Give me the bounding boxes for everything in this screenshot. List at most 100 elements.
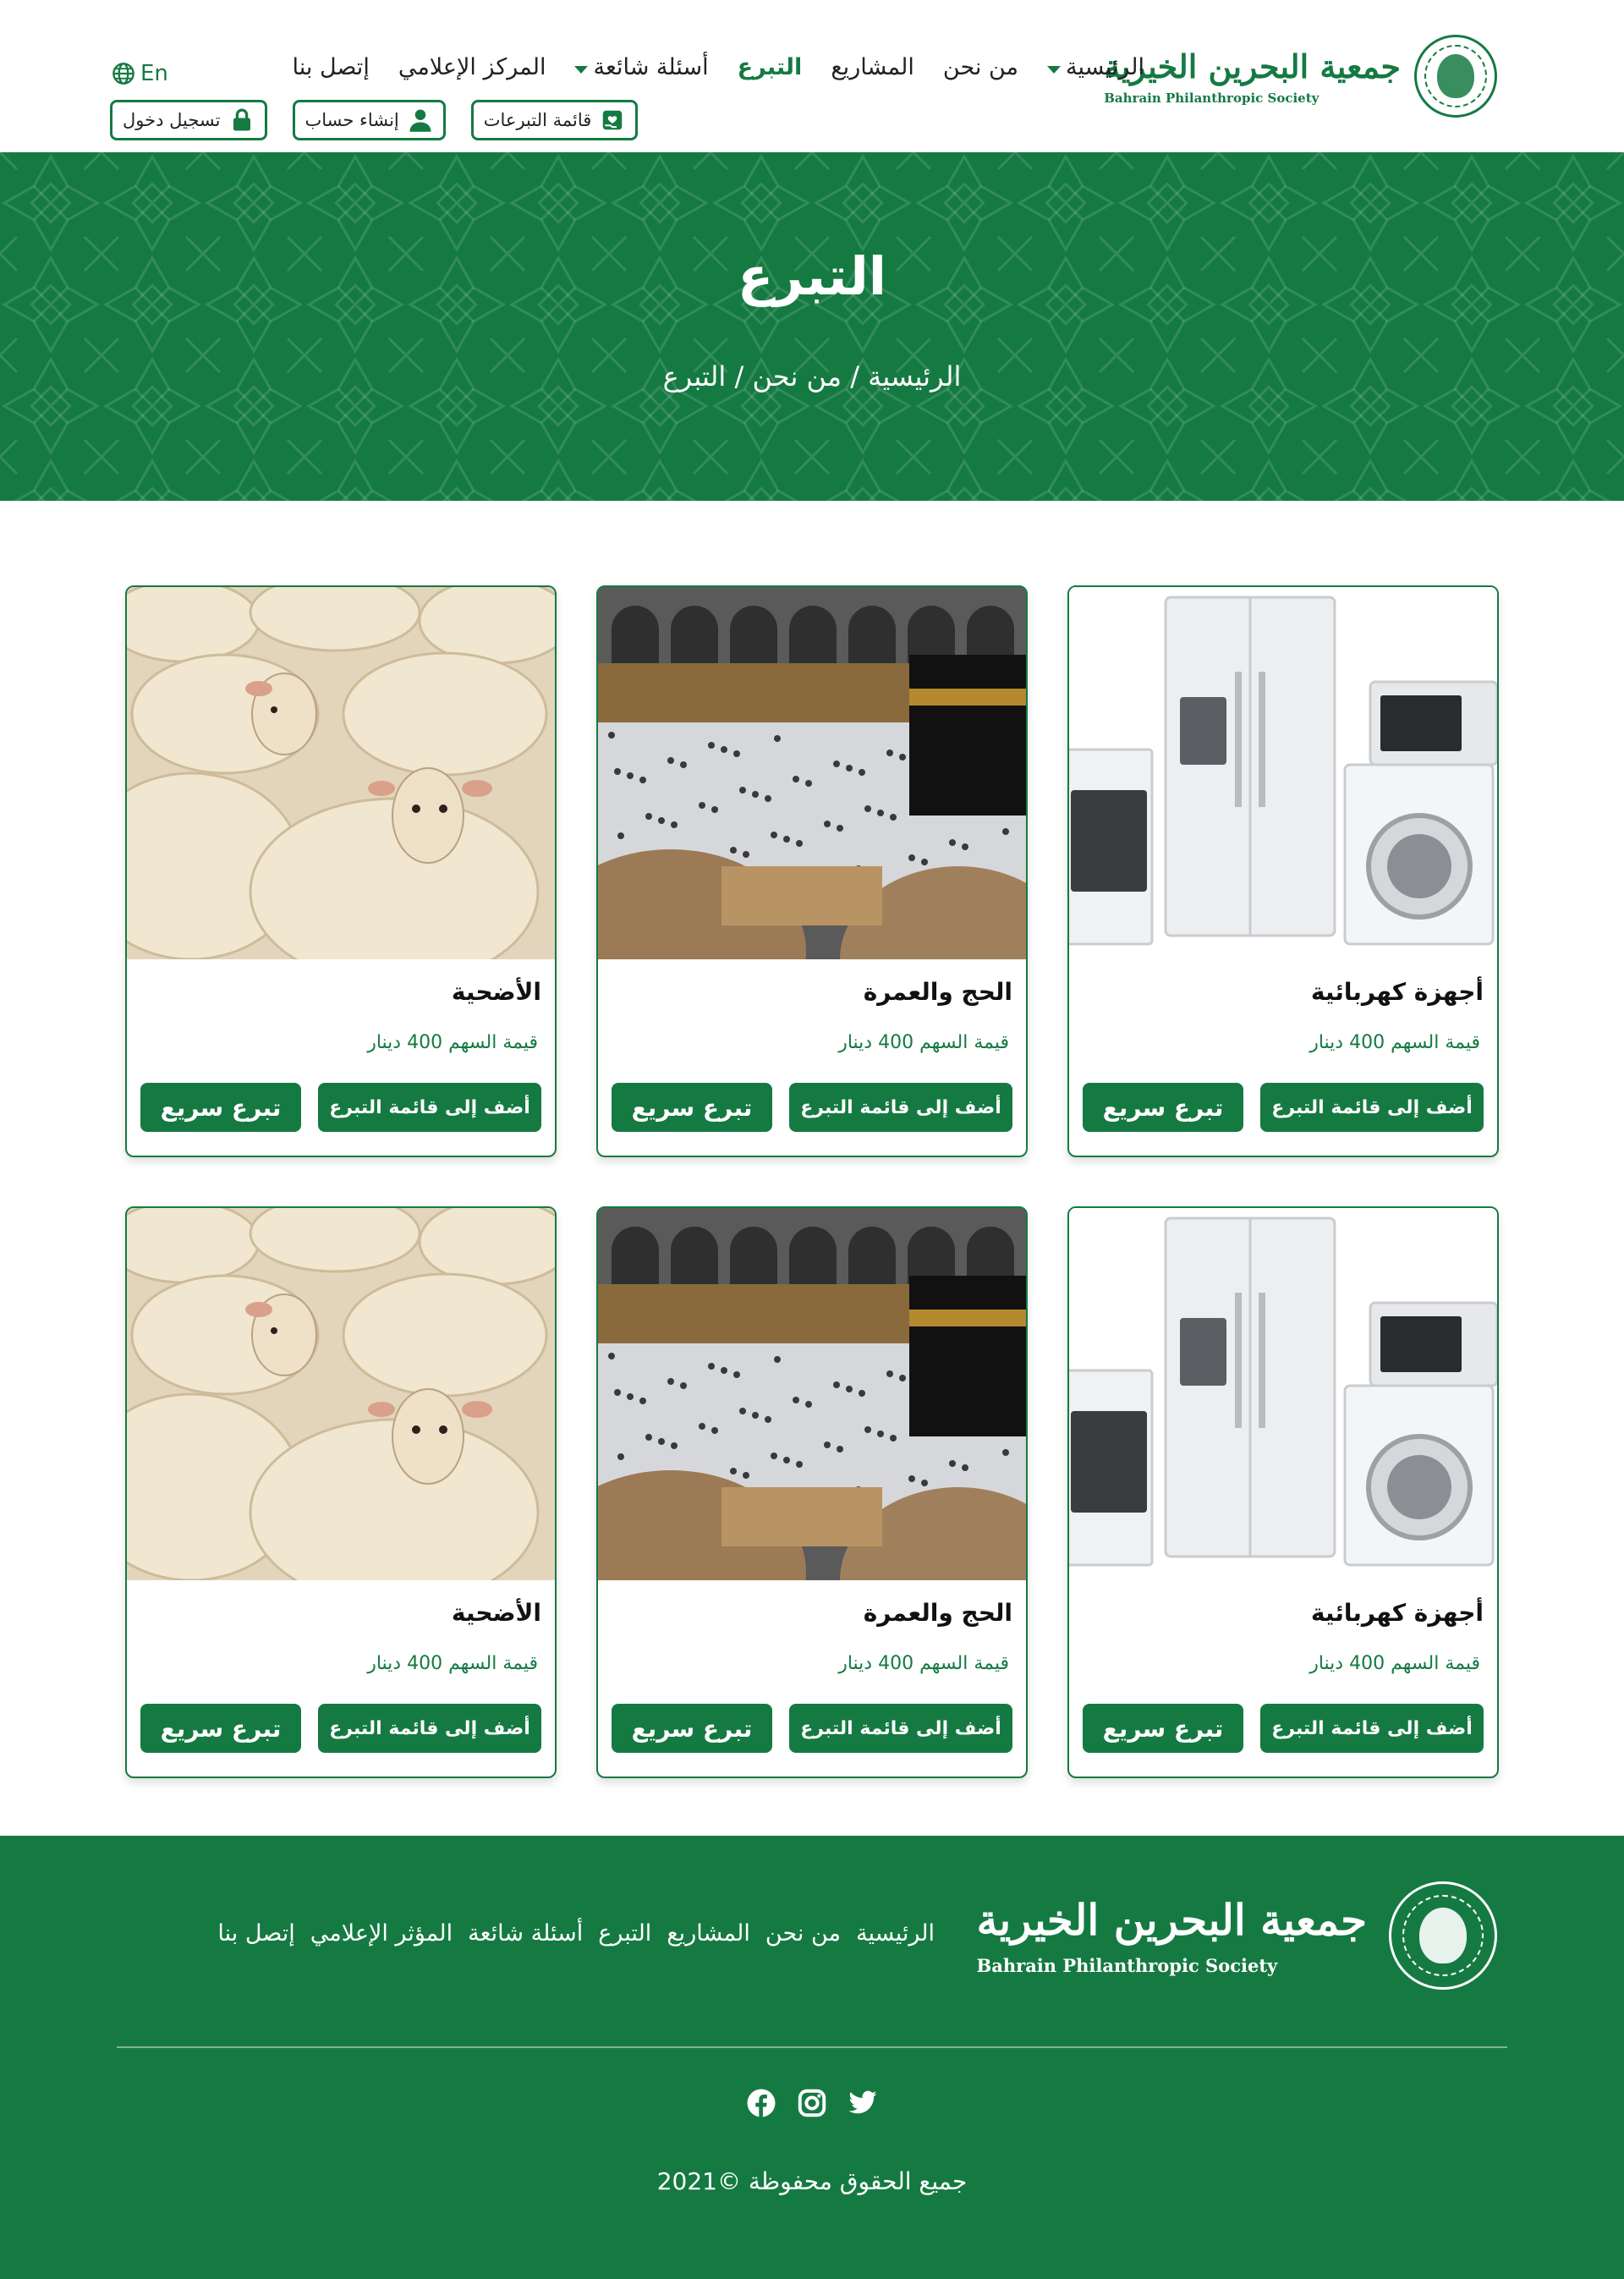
logo-english-text: Bahrain Philanthropic Society xyxy=(1104,90,1320,106)
footer-nav-contact[interactable]: إتصل بنا xyxy=(210,1920,302,1947)
footer-nav-media[interactable]: المؤثر الإعلامي xyxy=(303,1920,460,1947)
card-title: الأضحية xyxy=(451,1599,541,1627)
site-footer: جمعية البحرين الخيرية Bahrain Philanthro… xyxy=(0,1836,1624,2279)
add-to-donation-list-button[interactable]: أضف إلى قائمة التبرع xyxy=(318,1704,541,1753)
login-button[interactable]: تسجيل دخول xyxy=(110,100,267,140)
footer-divider xyxy=(117,2046,1507,2048)
appliances-illustration xyxy=(1069,587,1497,959)
auth-buttons: تسجيل دخول إنشاء حساب قائمة التبرعات xyxy=(110,100,639,140)
sheep-illustration xyxy=(127,587,555,959)
kaaba-illustration xyxy=(598,1208,1026,1580)
copyright: جميع الحقوق محفوظة ©2021 xyxy=(656,2167,968,2195)
main-nav: الرئيسية من نحن المشاريع التبرع أسئلة شا… xyxy=(277,54,1159,80)
card-price: قيمة السهم 400 دينار xyxy=(838,1032,1009,1053)
hand-heart-icon xyxy=(603,110,623,130)
sheep-illustration xyxy=(127,1208,555,1580)
nav-item-label: من نحن xyxy=(942,54,1018,80)
add-to-donation-list-button[interactable]: أضف إلى قائمة التبرع xyxy=(789,1704,1012,1753)
card-title: الأضحية xyxy=(451,978,541,1006)
nav-item-label: المشاريع xyxy=(831,54,914,80)
chevron-down-icon xyxy=(574,66,589,74)
globe-icon xyxy=(112,63,134,85)
logo-seal-icon xyxy=(1414,35,1497,118)
sheep-image[interactable] xyxy=(127,587,555,959)
card-price: قيمة السهم 400 دينار xyxy=(367,1032,538,1053)
kaaba-illustration xyxy=(598,587,1026,959)
site-header: جمعية البحرين الخيرية Bahrain Philanthro… xyxy=(0,0,1624,152)
nav-item-label: أسئلة شائعة xyxy=(593,54,709,80)
donation-cards-grid: أجهزة كهربائية قيمة السهم 400 دينار أضف … xyxy=(125,585,1499,1778)
lock-icon xyxy=(233,108,250,131)
card-price: قيمة السهم 400 دينار xyxy=(1309,1032,1480,1053)
create-account-label: إنشاء حساب xyxy=(304,110,399,130)
nav-item-label: التبرع xyxy=(737,54,803,80)
card-title: أجهزة كهربائية xyxy=(1310,978,1484,1006)
kaaba-image[interactable] xyxy=(598,1208,1026,1580)
appliances-image[interactable] xyxy=(1069,1208,1497,1580)
quick-donate-button[interactable]: تبرع سريع xyxy=(612,1704,772,1753)
social-links xyxy=(0,2088,1624,2118)
breadcrumb-separator: / xyxy=(842,360,869,393)
nav-item-media-center[interactable]: المركز الإعلامي xyxy=(384,54,561,80)
card-price: قيمة السهم 400 دينار xyxy=(838,1653,1009,1674)
site-logo[interactable]: جمعية البحرين الخيرية Bahrain Philanthro… xyxy=(1104,30,1497,122)
create-account-button[interactable]: إنشاء حساب xyxy=(292,100,446,140)
language-label: En xyxy=(140,61,168,86)
login-label: تسجيل دخول xyxy=(123,110,221,130)
language-switcher[interactable]: En xyxy=(112,61,168,86)
footer-nav-about[interactable]: من نحن xyxy=(758,1920,848,1947)
footer-nav-donate[interactable]: التبرع xyxy=(590,1920,659,1947)
footer-logo[interactable]: جمعية البحرين الخيرية Bahrain Philanthro… xyxy=(976,1881,1497,1990)
appliances-illustration xyxy=(1069,1208,1497,1580)
donation-card: أجهزة كهربائية قيمة السهم 400 دينار أضف … xyxy=(1067,585,1499,1157)
breadcrumb-current: التبرع xyxy=(662,360,727,393)
donation-card: الحج والعمرة قيمة السهم 400 دينار أضف إل… xyxy=(596,1206,1028,1778)
nav-item-label: الرئيسية xyxy=(1066,54,1144,80)
card-title: الحج والعمرة xyxy=(863,1599,1012,1627)
quick-donate-button[interactable]: تبرع سريع xyxy=(1083,1083,1243,1132)
nav-item-contact[interactable]: إتصل بنا xyxy=(277,54,383,80)
instagram-icon[interactable] xyxy=(797,2088,827,2118)
kaaba-image[interactable] xyxy=(598,587,1026,959)
appliances-image[interactable] xyxy=(1069,587,1497,959)
sheep-image[interactable] xyxy=(127,1208,555,1580)
breadcrumb-separator: / xyxy=(726,360,753,393)
add-to-donation-list-button[interactable]: أضف إلى قائمة التبرع xyxy=(1260,1083,1484,1132)
card-price: قيمة السهم 400 دينار xyxy=(367,1653,538,1674)
twitter-icon[interactable] xyxy=(848,2088,878,2118)
hero-pattern xyxy=(0,152,1624,501)
quick-donate-button[interactable]: تبرع سريع xyxy=(140,1704,301,1753)
quick-donate-button[interactable]: تبرع سريع xyxy=(140,1083,301,1132)
user-icon xyxy=(409,109,431,132)
page-hero: التبرع الرئيسية / من نحن / التبرع xyxy=(0,152,1624,501)
donation-card: أجهزة كهربائية قيمة السهم 400 دينار أضف … xyxy=(1067,1206,1499,1778)
footer-nav-home[interactable]: الرئيسية xyxy=(848,1920,942,1947)
quick-donate-button[interactable]: تبرع سريع xyxy=(1083,1704,1243,1753)
nav-item-about[interactable]: من نحن xyxy=(929,54,1033,80)
card-price: قيمة السهم 400 دينار xyxy=(1309,1653,1480,1674)
nav-item-label: إتصل بنا xyxy=(292,54,370,80)
breadcrumb-home[interactable]: الرئيسية xyxy=(868,360,961,393)
facebook-icon[interactable] xyxy=(746,2088,776,2118)
nav-item-home[interactable]: الرئيسية xyxy=(1033,54,1159,80)
card-title: الحج والعمرة xyxy=(863,978,1012,1006)
nav-item-faq[interactable]: أسئلة شائعة xyxy=(560,54,722,80)
breadcrumb: الرئيسية / من نحن / التبرع xyxy=(0,360,1624,393)
nav-item-projects[interactable]: المشاريع xyxy=(816,54,929,80)
add-to-donation-list-button[interactable]: أضف إلى قائمة التبرع xyxy=(318,1083,541,1132)
footer-nav-faq[interactable]: أسئلة شائعة xyxy=(460,1920,590,1947)
nav-item-label: المركز الإعلامي xyxy=(398,54,546,80)
footer-nav: الرئيسية من نحن المشاريع التبرع أسئلة شا… xyxy=(210,1920,942,1947)
donation-card: الأضحية قيمة السهم 400 دينار أضف إلى قائ… xyxy=(125,585,557,1157)
donations-list-button[interactable]: قائمة التبرعات xyxy=(470,100,639,140)
footer-logo-arabic: جمعية البحرين الخيرية xyxy=(976,1895,1368,1945)
footer-nav-projects[interactable]: المشاريع xyxy=(659,1920,758,1947)
add-to-donation-list-button[interactable]: أضف إلى قائمة التبرع xyxy=(789,1083,1012,1132)
breadcrumb-about[interactable]: من نحن xyxy=(752,360,842,393)
donations-list-label: قائمة التبرعات xyxy=(483,110,592,130)
quick-donate-button[interactable]: تبرع سريع xyxy=(612,1083,772,1132)
nav-item-donate[interactable]: التبرع xyxy=(723,54,817,80)
footer-logo-english: Bahrain Philanthropic Society xyxy=(976,1955,1278,1976)
donation-card: الأضحية قيمة السهم 400 دينار أضف إلى قائ… xyxy=(125,1206,557,1778)
add-to-donation-list-button[interactable]: أضف إلى قائمة التبرع xyxy=(1260,1704,1484,1753)
